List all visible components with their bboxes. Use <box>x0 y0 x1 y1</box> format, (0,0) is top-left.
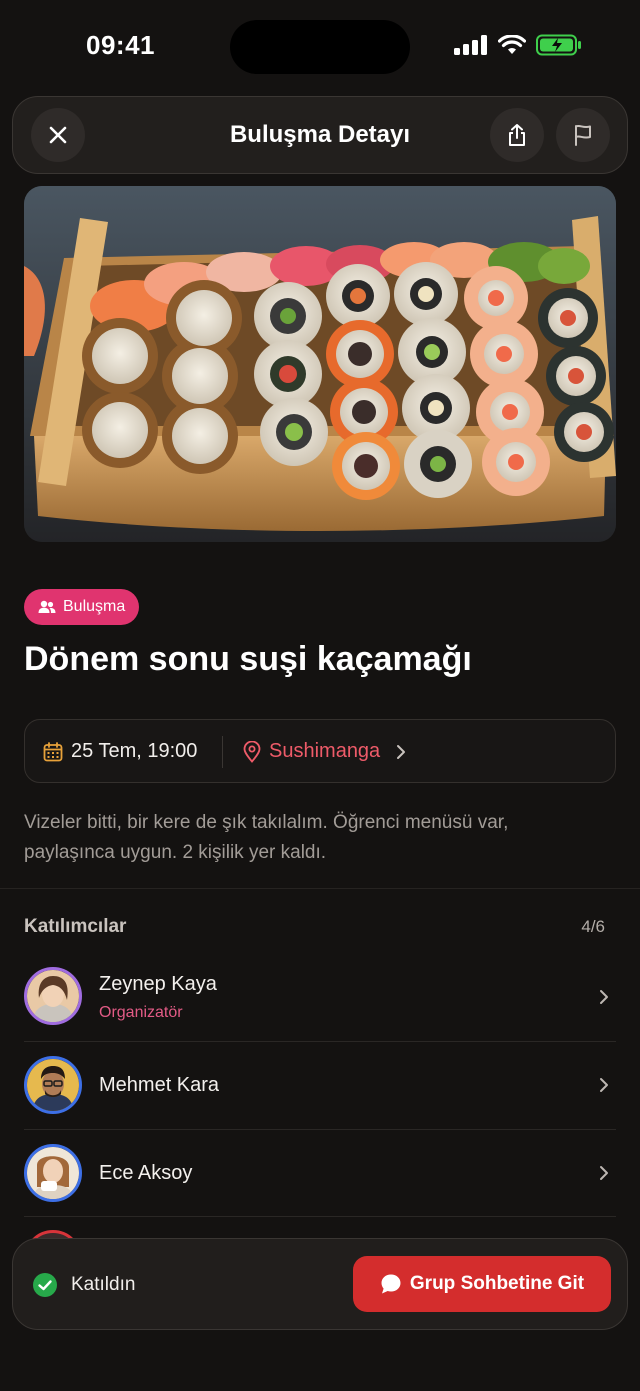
chat-bubble-icon <box>381 1274 401 1294</box>
participant-name: Zeynep Kaya <box>99 973 217 995</box>
joined-status-label: Katıldın <box>71 1274 136 1295</box>
report-button[interactable] <box>556 108 610 162</box>
chevron-right-icon <box>600 990 608 1004</box>
check-circle-icon <box>33 1273 57 1297</box>
joined-status: Katıldın <box>33 1273 135 1297</box>
calendar-icon <box>43 741 63 761</box>
dynamic-island <box>230 20 410 74</box>
chevron-right-icon <box>397 744 406 759</box>
avatar <box>24 1056 82 1114</box>
event-type-chip: Buluşma <box>24 589 140 625</box>
avatar <box>24 967 82 1025</box>
event-location-link[interactable]: Sushimanga <box>243 740 408 763</box>
group-chat-button[interactable]: Grup Sohbetine Git <box>353 1256 611 1312</box>
event-info-card: 25 Tem, 19:00 Sushimanga <box>24 719 616 783</box>
event-date-text: 25 Tem, 19:00 <box>71 740 198 762</box>
event-date: 25 Tem, 19:00 <box>43 740 197 763</box>
share-icon <box>509 124 525 146</box>
participants-count: 4/6 <box>581 917 605 936</box>
participant-row[interactable]: Mehmet Kara <box>24 1041 616 1129</box>
flag-icon <box>575 124 591 146</box>
status-time: 09:41 <box>86 30 155 60</box>
info-divider <box>222 736 223 768</box>
battery-icon <box>536 34 581 56</box>
chevron-right-icon <box>600 1166 608 1180</box>
chevron-right-icon <box>600 1078 608 1092</box>
row-divider <box>24 1216 616 1217</box>
status-bar: 09:41 <box>0 0 640 92</box>
header-bar: Buluşma Detayı <box>12 96 628 174</box>
group-chat-label: Grup Sohbetine Git <box>409 1273 585 1294</box>
participant-row[interactable]: Ece Aksoy <box>24 1129 616 1217</box>
participant-name: Ece Aksoy <box>99 1162 193 1184</box>
participants-title: Katılımcılar <box>24 916 127 937</box>
section-divider <box>0 888 640 889</box>
participant-role: Organizatör <box>99 1004 183 1021</box>
event-location-text: Sushimanga <box>269 740 381 762</box>
event-description: Vizeler bitti, bir kere de şık takılalım… <box>24 812 509 863</box>
participant-row[interactable]: Zeynep Kaya Organizatör <box>24 953 616 1041</box>
avatar <box>24 1144 82 1202</box>
location-pin-icon <box>243 740 261 763</box>
event-title: Dönem sonu suşi kaçamağı <box>24 640 472 678</box>
participant-name: Mehmet Kara <box>99 1074 220 1096</box>
bottom-action-bar: Katıldın Grup Sohbetine Git <box>12 1238 628 1330</box>
wifi-icon <box>498 35 526 54</box>
group-icon <box>38 600 56 613</box>
signal-icon <box>454 35 487 55</box>
event-photo <box>24 186 616 542</box>
share-button[interactable] <box>490 108 544 162</box>
event-type-label: Buluşma <box>63 598 126 615</box>
status-icons <box>454 34 582 56</box>
